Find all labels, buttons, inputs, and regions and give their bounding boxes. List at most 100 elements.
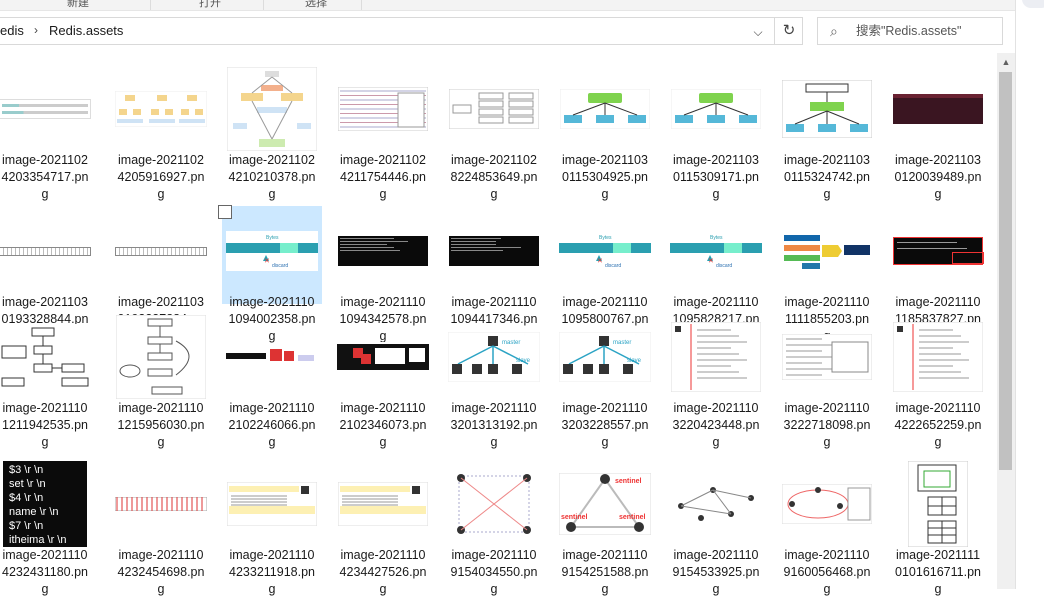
file-name-line: image-2021103 [111, 294, 211, 311]
search-input[interactable] [856, 22, 996, 40]
file-item[interactable]: image-2021103 0115304925.pn g [555, 64, 655, 162]
file-name: image-2021110 9154533925.pn g [666, 547, 766, 598]
refresh-icon[interactable]: ↻ [774, 18, 803, 44]
file-thumbnail [0, 208, 95, 294]
file-name-line: 9160056468.pn [777, 564, 877, 581]
file-name: image-2021110 9160056468.pn g [777, 547, 877, 598]
file-item[interactable]: image-2021103 0120039489.pn g [888, 64, 988, 162]
file-item[interactable]: image-2021103 0115324742.pn g [777, 64, 877, 162]
file-name-line: image-2021110 [444, 547, 544, 564]
file-item[interactable]: image-2021110 2102346073.pn g [333, 312, 433, 410]
file-item[interactable]: image-2021110 2102246066.pn g [222, 312, 322, 410]
file-name-line: g [666, 434, 766, 451]
ribbon-open-label[interactable]: 打开 [199, 0, 221, 10]
file-name: image-2021102 4203354717.pn g [0, 152, 95, 203]
file-item[interactable]: Bytes discard ✕ image-2021110 1095828217.pn… [666, 206, 766, 304]
file-name-line: 9154533925.pn [666, 564, 766, 581]
file-item[interactable]: master slave image-2021110 3203228557.pn g [555, 312, 655, 410]
file-item[interactable]: image-2021110 4233211918.pn g [222, 459, 322, 557]
file-item[interactable]: image-2021110 4232454698.pn g [111, 459, 211, 557]
file-item[interactable]: image-2021103 0115309171.pn g [666, 64, 766, 162]
file-item[interactable]: image-20211101185837827.png [888, 206, 988, 304]
file-item[interactable]: image-2021110 1094342578.pn g [333, 206, 433, 304]
file-name-line: image-2021103 [666, 152, 766, 169]
file-thumbnail [888, 461, 988, 547]
file-name-line: image-2021110 [777, 400, 877, 417]
file-item[interactable]: image-20211101111855203.png [777, 206, 877, 304]
file-name-line: g [222, 434, 322, 451]
file-item[interactable]: image-2021102 4211754446.pn g [333, 64, 433, 162]
file-name-line: g [777, 186, 877, 203]
file-item[interactable]: Bytes discard ✕ image-2021110 1095800767.pn… [555, 206, 655, 304]
file-item[interactable]: image-2021102 4205916927.pn g [111, 64, 211, 162]
file-item[interactable]: master slave image-2021110 3201313192.pn g [444, 312, 544, 410]
chevron-down-icon[interactable]: ⌵ [744, 21, 772, 43]
file-name-line: 0101616711.pn [888, 564, 988, 581]
ribbon-divider [263, 0, 264, 10]
file-name: image-2021110 1215956030.pn g [111, 400, 211, 451]
file-item[interactable]: image-2021110 9160056468.pn g [777, 459, 877, 557]
file-name-line: g [666, 186, 766, 203]
file-name: image-2021102 4211754446.pn g [333, 152, 433, 203]
file-thumbnail: Bytes discard ✕ [555, 208, 655, 294]
file-name: image-2021110 3222718098.pn g [777, 400, 877, 451]
ribbon-bar: 新建 打开 选择 [0, 0, 1015, 11]
file-name-line: g [555, 581, 655, 598]
file-item[interactable]: image-2021110 9154533925.pn g [666, 459, 766, 557]
ribbon-new-label[interactable]: 新建 [67, 0, 89, 10]
file-item[interactable]: image-20211030193337884.png [111, 206, 211, 304]
file-item[interactable]: $3 \r \n set \r \n $4 \r \n name \r \n $7 \r… [0, 459, 95, 557]
select-checkbox[interactable] [218, 205, 232, 219]
file-name-line: image-2021102 [222, 152, 322, 169]
file-item[interactable]: image-2021110 3222718098.pn g [777, 312, 877, 410]
file-name-line: image-2021103 [777, 152, 877, 169]
side-panel-edge [1015, 0, 1044, 589]
vertical-scrollbar[interactable]: ▲ [997, 53, 1015, 589]
file-thumbnail [333, 66, 433, 152]
file-name-line: 4233211918.pn [222, 564, 322, 581]
file-name-line: 3222718098.pn [777, 417, 877, 434]
file-item[interactable]: image-20211030193328844.png [0, 206, 95, 304]
file-item[interactable]: image-2021110 3220423448.pn g [666, 312, 766, 410]
file-name-line: 4234427526.pn [333, 564, 433, 581]
file-item[interactable]: image-2021102 4203354717.pn g [0, 64, 95, 162]
file-item[interactable]: image-2021110 4222652259.pn g [888, 312, 988, 410]
file-name-line: 4210210378.pn [222, 169, 322, 186]
file-name-line: image-2021110 [333, 400, 433, 417]
svg-text:slave: slave [627, 358, 642, 364]
file-item[interactable]: image-2021110 1211942535.pn g [0, 312, 95, 410]
ribbon-select-label[interactable]: 选择 [305, 0, 327, 10]
file-name: image-2021103 0115304925.pn g [555, 152, 655, 203]
file-name: image-2021110 4233211918.pn g [222, 547, 322, 598]
breadcrumb-redis-assets[interactable]: Redis.assets [49, 23, 123, 38]
file-thumbnail [666, 461, 766, 547]
file-item[interactable]: image-20211101094417346.png [444, 206, 544, 304]
address-bar[interactable]: edis › Redis.assets ⌵ ↻ [0, 17, 803, 45]
file-item[interactable]: sentinel sentinel sentinel image-2021110 915… [555, 459, 655, 557]
file-name: image-2021103 0120039489.pn g [888, 152, 988, 203]
file-name-line: 9154251588.pn [555, 564, 655, 581]
file-name-line: 1211942535.pn [0, 417, 95, 434]
breadcrumb-chevron-icon[interactable]: › [34, 23, 38, 37]
file-item[interactable]: image-2021111 0101616711.pn g [888, 459, 988, 557]
scroll-up-arrow-icon[interactable]: ▲ [997, 53, 1015, 71]
file-name: image-2021110 4234427526.pn g [333, 547, 433, 598]
file-item[interactable]: Bytes discard ✕ image-2021110 1094002358.pn… [222, 206, 322, 304]
search-box[interactable]: ⌕ [817, 17, 1003, 45]
file-name-line: image-2021110 [0, 400, 95, 417]
file-item[interactable]: image-2021102 8224853649.pn g [444, 64, 544, 162]
file-item[interactable]: image-2021110 4234427526.pn g [333, 459, 433, 557]
file-name-line: 0115324742.pn [777, 169, 877, 186]
file-item[interactable]: image-2021102 4210210378.pn g [222, 64, 322, 162]
scrollbar-thumb[interactable] [999, 72, 1012, 470]
search-icon: ⌕ [830, 23, 838, 40]
file-item[interactable]: image-2021110 1215956030.pn g [111, 312, 211, 410]
file-name-line: 4232431180.pn [0, 564, 95, 581]
file-name-line: image-2021102 [333, 152, 433, 169]
breadcrumb-redis[interactable]: edis [0, 23, 24, 38]
file-name-line: image-2021110 [222, 294, 322, 311]
file-name: image-2021102 4210210378.pn g [222, 152, 322, 203]
file-name-line: g [0, 186, 95, 203]
file-thumbnail [333, 461, 433, 547]
file-item[interactable]: image-2021110 9154034550.pn g [444, 459, 544, 557]
